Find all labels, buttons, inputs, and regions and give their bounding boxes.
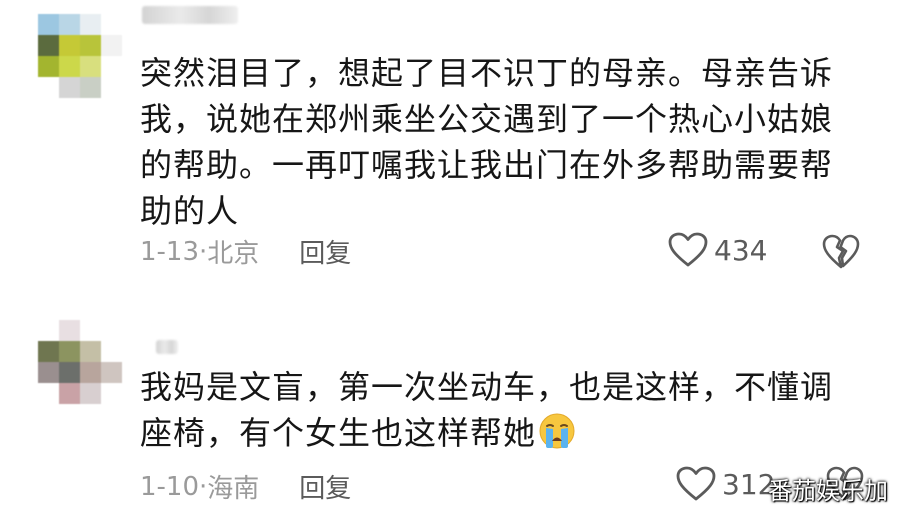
comment-text: 我妈是文盲，第一次坐动车，也是这样，不懂调座椅，有个女生也这样帮她 <box>140 364 840 456</box>
avatar-pixel <box>59 14 80 35</box>
username-blurred[interactable] <box>142 6 238 24</box>
avatar-pixel <box>101 362 122 383</box>
watermark: 番茄娱乐加 <box>768 477 888 505</box>
comment-item: 突然泪目了，想起了目不识丁的母亲。母亲告诉我，说她在郑州乘坐公交遇到了一个热心小… <box>0 0 900 300</box>
crying-face-icon <box>539 413 575 449</box>
avatar-pixel <box>59 383 80 404</box>
avatar-pixel <box>59 56 80 77</box>
avatar-pixel <box>101 14 122 35</box>
avatar-pixel <box>80 383 101 404</box>
like-button[interactable]: 434 <box>668 232 767 268</box>
comment-location: 北京 <box>207 239 260 269</box>
avatar-pixel <box>38 341 59 362</box>
avatar-pixel <box>59 320 80 341</box>
broken-heart-icon[interactable] <box>822 234 860 270</box>
comment-date: 1-10 <box>140 471 200 502</box>
comment-meta: 1-10 · 海南 回复 <box>140 468 351 505</box>
like-button[interactable]: 312 <box>676 466 775 502</box>
meta-separator: · <box>199 236 208 267</box>
avatar-pixel <box>80 56 101 77</box>
reply-button[interactable]: 回复 <box>299 233 351 270</box>
avatar-pixel <box>59 77 80 98</box>
avatar-pixel <box>80 362 101 383</box>
avatar-pixel <box>38 320 59 341</box>
heart-icon <box>676 466 716 501</box>
avatar-pixel <box>101 35 122 56</box>
comment-location: 海南 <box>207 474 260 504</box>
reply-button[interactable]: 回复 <box>299 468 351 505</box>
avatar-pixel <box>38 383 59 404</box>
avatar-pixel <box>38 77 59 98</box>
avatar-pixel <box>38 362 59 383</box>
avatar-pixel <box>101 320 122 341</box>
comment-meta: 1-13 · 北京 回复 <box>140 233 351 270</box>
username-blurred[interactable] <box>156 340 178 354</box>
avatar-pixel <box>80 77 101 98</box>
avatar-pixel <box>38 14 59 35</box>
avatar-pixel <box>101 383 122 404</box>
avatar-pixel <box>59 341 80 362</box>
meta-separator: · <box>199 471 208 502</box>
avatar-pixel <box>80 341 101 362</box>
avatar-pixel <box>59 362 80 383</box>
avatar[interactable] <box>38 320 122 404</box>
avatar-pixel <box>101 341 122 362</box>
avatar-pixel <box>101 77 122 98</box>
avatar-pixel <box>101 56 122 77</box>
avatar-pixel <box>59 35 80 56</box>
avatar-pixel <box>80 35 101 56</box>
comment-date: 1-13 <box>140 236 200 267</box>
avatar[interactable] <box>38 14 122 98</box>
avatar-pixel <box>38 35 59 56</box>
heart-icon <box>668 232 708 267</box>
avatar-pixel <box>80 14 101 35</box>
avatar-pixel <box>38 56 59 77</box>
comment-text-body: 我妈是文盲，第一次坐动车，也是这样，不懂调座椅，有个女生也这样帮她 <box>140 368 834 452</box>
avatar-pixel <box>80 320 101 341</box>
like-count: 434 <box>714 233 768 267</box>
comment-text: 突然泪目了，想起了目不识丁的母亲。母亲告诉我，说她在郑州乘坐公交遇到了一个热心小… <box>140 54 834 230</box>
